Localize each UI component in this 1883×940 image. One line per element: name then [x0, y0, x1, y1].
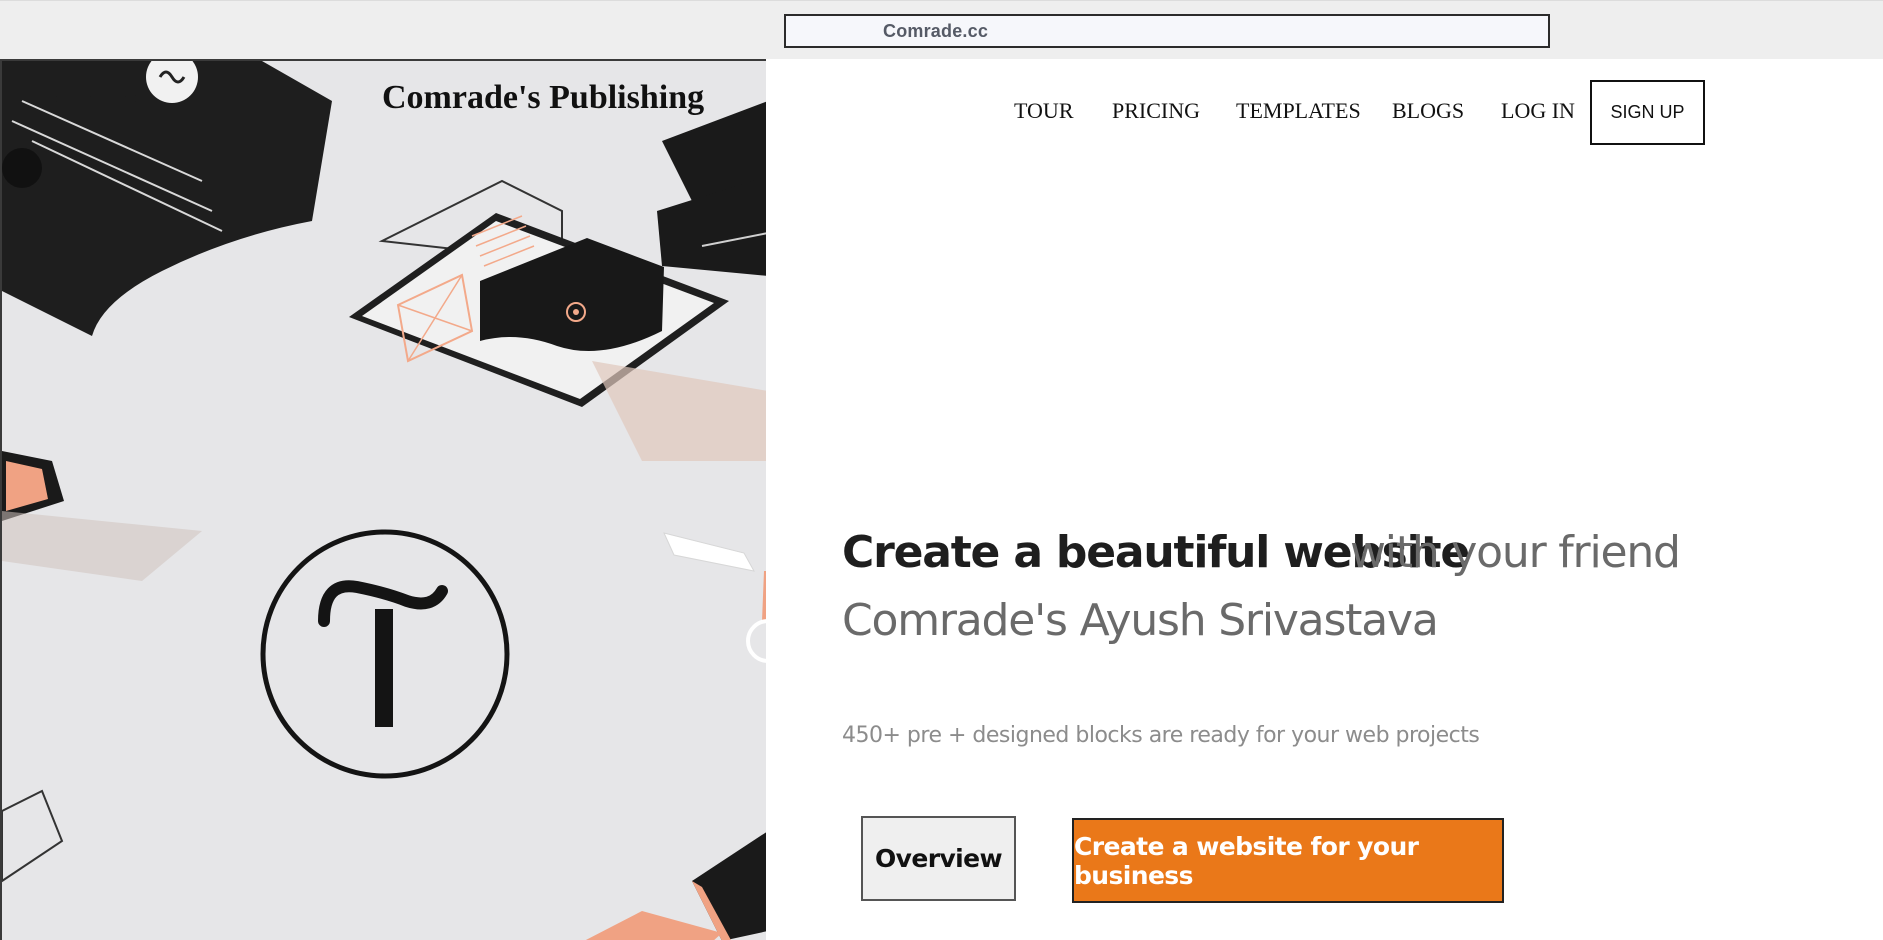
nav-templates-link[interactable]: TEMPLATES — [1236, 98, 1361, 124]
headline-second-line: Comrade's Ayush Srivastava — [842, 595, 1439, 646]
sign-up-button[interactable]: SIGN UP — [1590, 80, 1705, 145]
create-website-button[interactable]: Create a website for your business — [1072, 818, 1504, 903]
site-title: Comrade's Publishing — [382, 79, 705, 116]
nav-login-link[interactable]: LOG IN — [1501, 98, 1575, 124]
address-bar-url: Comrade.cc — [883, 21, 989, 41]
headline-light: with your friend — [1350, 527, 1681, 578]
nav-tour-link[interactable]: TOUR — [1014, 98, 1074, 124]
hero-illustration: Tilda Publishing — [0, 59, 766, 940]
tilda-publishing-logo-text: Tilda Publishing — [31, 89, 139, 105]
overview-button[interactable]: Overview — [861, 816, 1016, 901]
hero-subtitle: 450+ pre + designed blocks are ready for… — [842, 723, 1480, 748]
address-bar[interactable]: Comrade.cc — [784, 14, 1550, 48]
browser-top-bar: Comrade.cc — [0, 0, 1883, 59]
nav-pricing-link[interactable]: PRICING — [1112, 98, 1200, 124]
isometric-illustration — [2, 61, 766, 940]
nav-blogs-link[interactable]: BLOGS — [1392, 98, 1464, 124]
